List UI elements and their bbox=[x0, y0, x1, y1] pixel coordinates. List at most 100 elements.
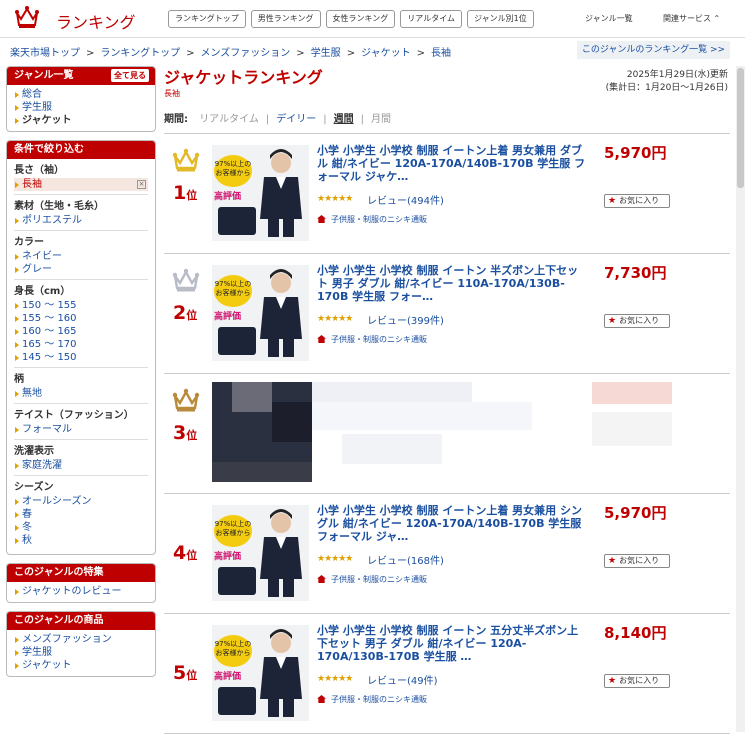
tab-realtime[interactable]: リアルタイム bbox=[400, 10, 463, 28]
genre-item-school-uniform[interactable]: 学生服 bbox=[14, 101, 148, 114]
filter-item-height[interactable]: 165 ～ 170 bbox=[14, 338, 148, 351]
genre-box-body: 総合 学生服 ジャケット bbox=[7, 85, 155, 131]
high-rating-label: 高評価 bbox=[214, 552, 242, 562]
aggregation-period: (集計日：1月20日～1月26日) bbox=[605, 83, 728, 93]
filter-item-autumn[interactable]: 秋 bbox=[14, 534, 148, 547]
products-box-body: メンズファッション 学生服 ジャケット bbox=[7, 630, 155, 676]
rank-number: 3位 bbox=[173, 422, 197, 444]
shop-link[interactable]: 子供服・制服のニシキ通販 bbox=[317, 334, 427, 345]
period-daily[interactable]: デイリー bbox=[276, 114, 316, 125]
product-genre-school-uniform[interactable]: 学生服 bbox=[14, 646, 148, 659]
product-image[interactable]: 97%以上の お客様から 高評価 bbox=[212, 265, 309, 361]
product-price: 8,140円 bbox=[604, 624, 667, 642]
high-rating-label: 高評価 bbox=[214, 672, 242, 682]
filter-item-all-season[interactable]: オールシーズン bbox=[14, 495, 148, 508]
tab-genre-first[interactable]: ジャンル別1位 bbox=[467, 10, 534, 28]
rank-number: 2位 bbox=[173, 302, 197, 324]
filter-item-gray[interactable]: グレー bbox=[14, 263, 148, 276]
period-realtime[interactable]: リアルタイム bbox=[199, 114, 259, 125]
page-subtitle: 長袖 bbox=[164, 89, 180, 98]
favorite-button[interactable]: ★ お気に入り bbox=[604, 314, 670, 328]
filter-item-winter[interactable]: 冬 bbox=[14, 521, 148, 534]
see-all-button[interactable]: 全て見る bbox=[111, 69, 149, 82]
filter-group-height: 身長（cm） 150 ～ 155 155 ～ 160 160 ～ 165 165… bbox=[14, 280, 148, 368]
ranking-item: 1位 97%以上の お客様から 高評価 小学 小学生 小学校 制服 イートン上着 男女兼… bbox=[164, 134, 730, 254]
related-services-menu[interactable]: 関連サービス ⌃ bbox=[663, 13, 720, 24]
filter-group-color: カラー ネイビー グレー bbox=[14, 231, 148, 280]
genre-ranking-list-link[interactable]: このジャンルのランキング一覧 >> bbox=[577, 41, 730, 59]
uniform-photo bbox=[260, 509, 302, 597]
rank-number: 4位 bbox=[173, 542, 197, 564]
tab-female-ranking[interactable]: 女性ランキング bbox=[325, 10, 396, 28]
product-image[interactable]: 97%以上の お客様から 高評価 bbox=[212, 145, 309, 241]
shop-link[interactable]: 子供服・制服のニシキ通販 bbox=[317, 574, 427, 585]
tab-ranking-top[interactable]: ランキングトップ bbox=[168, 10, 246, 28]
ranking-logo[interactable]: ランキング bbox=[14, 5, 144, 33]
crumb-sep: > bbox=[186, 48, 195, 59]
product-price: 5,970円 bbox=[604, 504, 667, 522]
filter-item-height[interactable]: 155 ～ 160 bbox=[14, 312, 148, 325]
genre-item-overall[interactable]: 総合 bbox=[14, 88, 148, 101]
product-genre-jacket[interactable]: ジャケット bbox=[14, 659, 148, 672]
ranking-item: 2位 97%以上の お客様から 高評価 小学 小学生 小学校 制服 イートン 半ズボン上… bbox=[164, 254, 730, 374]
updated-date: 2025年1月29日(水)更新 bbox=[626, 70, 728, 80]
product-genre-mens-fashion[interactable]: メンズファッション bbox=[14, 633, 148, 646]
rank-suffix: 位 bbox=[186, 549, 198, 562]
crumb-sep: > bbox=[416, 48, 425, 59]
filter-group-pattern: 柄 無地 bbox=[14, 368, 148, 404]
jacket-swatch bbox=[218, 327, 256, 355]
crumb-mens-fashion[interactable]: メンズファッション bbox=[200, 48, 290, 59]
crumb-long-sleeve[interactable]: 長袖 bbox=[431, 48, 451, 59]
filter-item-navy[interactable]: ネイビー bbox=[14, 250, 148, 263]
filter-item-formal[interactable]: フォーマル bbox=[14, 423, 148, 436]
shop-link[interactable]: 子供服・制服のニシキ通販 bbox=[317, 214, 427, 225]
period-label: 期間: bbox=[164, 114, 188, 125]
crumb-ranking-top[interactable]: ランキングトップ bbox=[100, 48, 180, 59]
filter-item-plain[interactable]: 無地 bbox=[14, 387, 148, 400]
scrollbar-thumb[interactable] bbox=[737, 68, 744, 188]
update-info: 2025年1月29日(水)更新 (集計日：1月20日～1月26日) bbox=[606, 69, 728, 95]
favorite-label: お気に入り bbox=[619, 556, 660, 565]
crown-logo-icon bbox=[15, 6, 39, 28]
genre-box-header: ジャンル一覧 全て見る bbox=[7, 67, 155, 85]
period-weekly[interactable]: 週間 bbox=[334, 114, 354, 125]
product-name-link[interactable]: 小学 小学生 小学校 制服 イートン 半ズボン上下セット 男子 ダブル 紺/ネイ… bbox=[317, 264, 587, 303]
genre-box-title: ジャンル一覧 bbox=[14, 70, 74, 81]
crumb-rakuten-top[interactable]: 楽天市場トップ bbox=[10, 48, 80, 59]
rating-stars: ★★★★★ bbox=[317, 674, 353, 684]
favorite-button[interactable]: ★ お気に入り bbox=[604, 554, 670, 568]
feature-item-jacket-review[interactable]: ジャケットのレビュー bbox=[14, 585, 148, 598]
filter-item-height[interactable]: 145 ～ 150 bbox=[14, 351, 148, 364]
review-link[interactable]: レビュー(49件) bbox=[367, 672, 438, 687]
filter-item-height[interactable]: 150 ～ 155 bbox=[14, 299, 148, 312]
product-image[interactable]: 97%以上の お客様から 高評価 bbox=[212, 625, 309, 721]
tab-male-ranking[interactable]: 男性ランキング bbox=[250, 10, 321, 28]
filter-item-home-wash[interactable]: 家庭洗濯 bbox=[14, 459, 148, 472]
star-icon: ★ bbox=[608, 676, 617, 686]
chevron-up-icon: ⌃ bbox=[713, 14, 721, 23]
genre-list-link[interactable]: ジャンル一覧 bbox=[585, 13, 633, 24]
rank-suffix: 位 bbox=[186, 429, 198, 442]
product-name-link[interactable]: 小学 小学生 小学校 制服 イートン上着 男女兼用 ダブル 紺/ネイビー 120… bbox=[317, 144, 587, 183]
product-name-link[interactable]: 小学 小学生 小学校 制服 イートン上着 男女兼用 シングル 紺/ネイビー 12… bbox=[317, 504, 587, 543]
review-link[interactable]: レビュー(168件) bbox=[367, 552, 444, 567]
review-link[interactable]: レビュー(399件) bbox=[367, 312, 444, 327]
favorite-button[interactable]: ★ お気に入り bbox=[604, 674, 670, 688]
star-icon: ★ bbox=[608, 196, 617, 206]
filter-item-spring[interactable]: 春 bbox=[14, 508, 148, 521]
high-rating-label: 高評価 bbox=[214, 192, 242, 202]
crumb-school-uniform[interactable]: 学生服 bbox=[311, 48, 341, 59]
shop-link[interactable]: 子供服・制服のニシキ通販 bbox=[317, 694, 427, 705]
product-image[interactable]: 97%以上の お客様から 高評価 bbox=[212, 505, 309, 601]
filter-item-polyester[interactable]: ポリエステル bbox=[14, 214, 148, 227]
remove-filter-icon[interactable]: × bbox=[137, 180, 146, 189]
crumb-jacket[interactable]: ジャケット bbox=[361, 48, 411, 59]
review-link[interactable]: レビュー(494件) bbox=[367, 192, 444, 207]
product-name-link[interactable]: 小学 小学生 小学校 制服 イートン 五分丈半ズボン上下セット 男子 ダブル 紺… bbox=[317, 624, 587, 663]
filter-item-long-sleeve[interactable]: 長袖 × bbox=[14, 178, 148, 191]
filter-box-header: 条件で絞り込む bbox=[7, 141, 155, 159]
filter-item-height[interactable]: 160 ～ 165 bbox=[14, 325, 148, 338]
page-scrollbar[interactable] bbox=[736, 66, 745, 732]
rank-suffix: 位 bbox=[186, 669, 198, 682]
favorite-button[interactable]: ★ お気に入り bbox=[604, 194, 670, 208]
